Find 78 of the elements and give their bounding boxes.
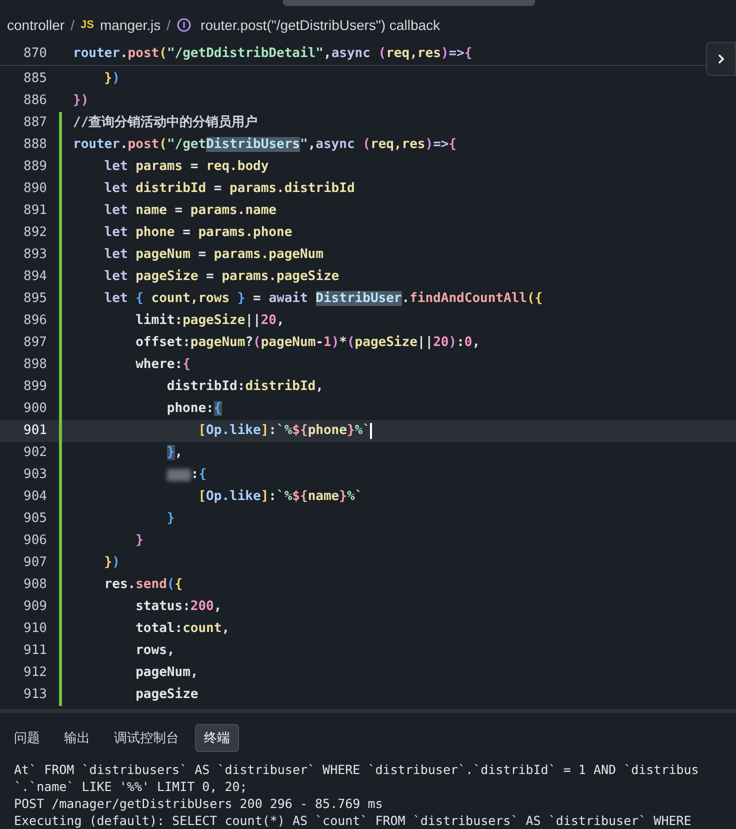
code-line: })	[104, 554, 120, 572]
code-line: res.send({	[104, 576, 183, 594]
code-line: offset:pageNum?(pageNum-1)*(pageSize||20):0,	[136, 334, 480, 352]
panel-tab[interactable]: 终端	[195, 724, 239, 752]
code-line: let pageNum = params.pageNum	[104, 246, 324, 264]
line-number: 886	[22, 92, 47, 110]
code-line: [Op.like]:`%${phone}%`	[198, 422, 372, 441]
code-line: router.post("/getDistribUsers",async (req,res)=>{	[73, 136, 457, 154]
breadcrumb-separator: /	[70, 16, 74, 34]
line-number: 904	[22, 488, 47, 506]
line-number: 905	[22, 510, 47, 528]
line-number: 900	[22, 400, 47, 418]
line-number: 887	[22, 114, 47, 132]
code-line: rows,	[136, 642, 175, 660]
breadcrumb-separator: /	[166, 16, 171, 34]
line-number: 893	[22, 246, 47, 264]
line-number: 910	[22, 620, 47, 638]
chevron-button[interactable]	[706, 42, 736, 76]
terminal-line: Executing (default): SELECT count(*) AS `count` FROM `distribusers` AS `distribuser` WHERE	[14, 812, 692, 829]
code-line: }	[166, 510, 175, 528]
js-file-icon: JS	[80, 16, 94, 34]
code-line: let name = params.name	[104, 202, 276, 220]
line-number: 907	[22, 554, 47, 572]
code-line: })	[73, 92, 89, 110]
line-number: 889	[22, 158, 47, 176]
line-number: 902	[22, 444, 47, 462]
line-number: 894	[22, 268, 47, 286]
line-number: 890	[22, 180, 47, 198]
code-line: [Op.like]:`%${name}%`	[198, 488, 363, 506]
breadcrumb-item[interactable]: router.post("/getDistribUsers") callback	[200, 14, 440, 36]
code-line: phone:{	[166, 400, 222, 418]
breadcrumb-item[interactable]: manger.js	[100, 14, 161, 36]
line-number: 897	[22, 334, 47, 352]
code-line: }	[136, 532, 144, 550]
code-line: router.post("/getDdistribDetail",async (req,res)=>{	[73, 45, 472, 64]
code-line: let { count,rows } = await DistribUser.findAndCountAll({	[104, 290, 543, 308]
code-line: let params = req.body	[104, 158, 269, 176]
scrollbar-thumb[interactable]	[283, 0, 535, 6]
code-line: status:200,	[136, 598, 222, 616]
terminal-line: At` FROM `distribusers` AS `distribuser` WHERE `distribuser`.`distribId` = 1 AND `distribus	[14, 761, 700, 778]
panel-tab[interactable]: 调试控制台	[106, 724, 187, 752]
line-number: 899	[22, 378, 47, 396]
line-number: 888	[22, 136, 47, 154]
code-line: //查询分销活动中的分销员用户	[73, 114, 258, 132]
line-number: 896	[22, 312, 47, 330]
line-number: 870	[22, 45, 47, 64]
chevron-right-icon	[716, 54, 726, 64]
line-number: 898	[22, 356, 47, 374]
line-number: 903	[22, 466, 47, 484]
code-line: pageNum,	[136, 664, 198, 682]
code-line: distribId:distribId,	[166, 378, 324, 396]
line-number: 913	[22, 686, 47, 704]
code-line: total:count,	[136, 620, 230, 638]
line-number: 885	[22, 70, 47, 88]
breadcrumb-item[interactable]: controller	[7, 14, 65, 36]
line-number: 911	[22, 642, 47, 660]
code-line: let phone = params.phone	[104, 224, 292, 242]
function-icon	[176, 18, 191, 32]
code-line: :{	[166, 465, 207, 485]
terminal-line: POST /manager/getDistribUsers 200 296 - 85.769 ms	[14, 795, 384, 812]
line-number: 908	[22, 576, 47, 594]
code-line: let pageSize = params.pageSize	[104, 268, 340, 286]
panel-tab[interactable]: 问题	[6, 724, 48, 752]
code-line: where:{	[136, 356, 190, 374]
line-number: 892	[22, 224, 47, 242]
code-line: })	[104, 70, 120, 88]
line-number: 895	[22, 290, 47, 308]
line-number: 909	[22, 598, 47, 616]
panel-tab[interactable]: 输出	[56, 724, 98, 752]
line-number: 912	[22, 664, 47, 682]
code-line: limit:pageSize||20,	[136, 312, 284, 330]
line-number: 901	[22, 422, 47, 440]
code-line: let distribId = params.distribId	[104, 180, 355, 198]
terminal-line: `.`name` LIKE '%%' LIMIT 0, 20;	[14, 778, 248, 795]
code-line: pageSize	[136, 686, 198, 704]
line-number: 891	[22, 202, 47, 220]
line-number: 906	[22, 532, 47, 550]
code-line: },	[166, 444, 183, 462]
